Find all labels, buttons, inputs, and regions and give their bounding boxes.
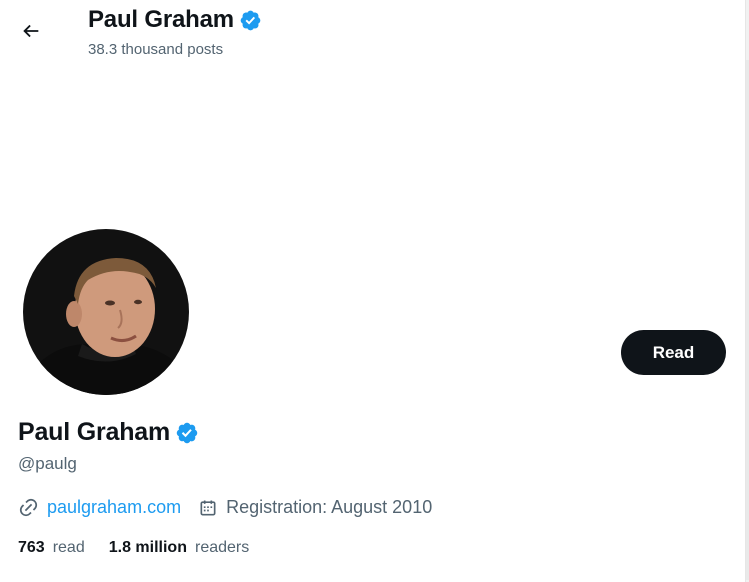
read-button[interactable]: Read: [621, 330, 726, 375]
profile-name: Paul Graham: [18, 418, 199, 447]
arrow-left-icon: [20, 20, 42, 47]
profile-meta: paulgraham.com Registration: August 2010: [18, 497, 432, 518]
header-name-text: Paul Graham: [88, 6, 234, 33]
verified-badge-icon[interactable]: [239, 9, 262, 32]
registration-text: Registration: August 2010: [226, 497, 433, 517]
profile-name-text: Paul Graham: [18, 418, 171, 446]
back-button[interactable]: [14, 16, 48, 50]
readers-label: readers: [194, 539, 250, 556]
profile-handle: @paulg: [18, 454, 77, 473]
read-stat-link[interactable]: 763 read: [18, 539, 85, 557]
link-icon: [18, 497, 39, 518]
header-title: Paul Graham: [88, 6, 262, 34]
profile-stats: 763 read 1.8 million readers: [18, 539, 249, 557]
readers-count: 1.8 million: [108, 539, 187, 556]
verified-badge-icon[interactable]: [175, 421, 199, 445]
registration-item: Registration: August 2010: [198, 497, 432, 518]
scrollbar[interactable]: [745, 0, 749, 582]
post-count: 38.3 thousand posts: [88, 41, 224, 58]
read-label: read: [52, 539, 85, 556]
read-count: 763: [18, 539, 45, 556]
readers-stat-link[interactable]: 1.8 million readers: [109, 539, 250, 557]
website-item: paulgraham.com: [18, 497, 181, 518]
website-link[interactable]: paulgraham.com: [47, 497, 181, 518]
avatar[interactable]: [20, 226, 192, 398]
calendar-icon: [198, 498, 218, 518]
